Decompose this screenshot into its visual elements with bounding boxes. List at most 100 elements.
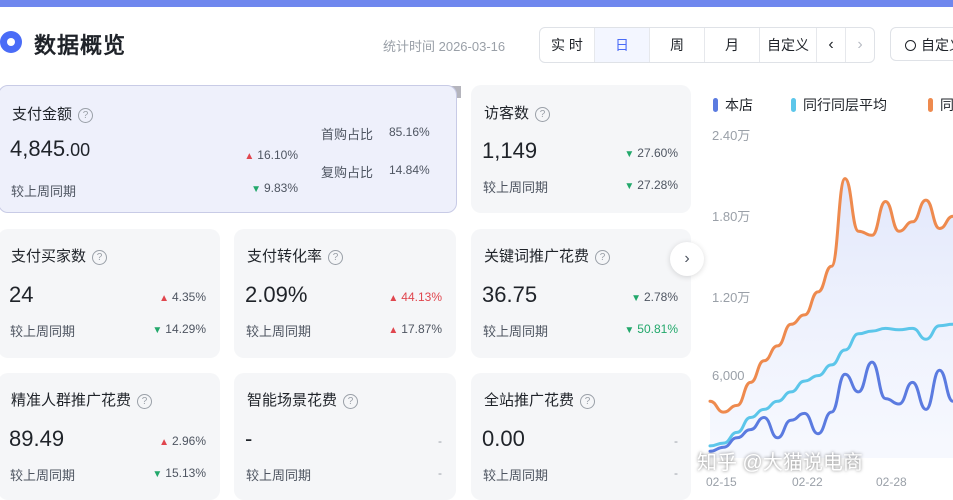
metric-card-keyword-ads[interactable]: 关键词推广花费? 36.75 较上周同期 ▼ 2.78% ▼ 50.81% <box>471 229 691 358</box>
change-value: 27.60% <box>637 146 678 160</box>
metric-card-site-ads[interactable]: 全站推广花费? 0.00 较上周同期 - - <box>471 373 691 500</box>
chevron-right-icon: › <box>684 250 690 267</box>
tab-realtime[interactable]: 实 时 <box>540 28 595 62</box>
change-1: ▼ 2.78% <box>631 290 678 304</box>
help-icon[interactable]: ? <box>580 394 596 409</box>
arrow-up-icon: ▲ <box>244 151 255 162</box>
card-value: 2.09% <box>245 282 308 307</box>
page-title: 数据概览 <box>34 33 127 58</box>
card-value: 36.75 <box>482 282 538 307</box>
prev-period-icon[interactable]: ‹ <box>817 28 846 62</box>
tab-month[interactable]: 月 <box>705 28 760 62</box>
repeat-purchase-value: 14.84% <box>389 163 430 177</box>
metric-card-conversion[interactable]: 支付转化率? 2.09% 较上周同期 ▲ 44.13% ▲ 17.87% <box>234 229 456 358</box>
card-title: 支付转化率? <box>247 245 344 266</box>
change-value: 16.10% <box>257 148 298 162</box>
card-value: 4,845.00 <box>10 136 90 162</box>
help-icon[interactable]: ? <box>137 394 153 409</box>
tab-custom[interactable]: 自定义 <box>760 28 817 62</box>
y-tick-label: 6,000 <box>712 368 745 383</box>
help-icon[interactable]: ? <box>343 394 359 409</box>
first-purchase-label: 首购占比 <box>321 127 374 142</box>
card-title-text: 全站推广花费 <box>484 392 575 409</box>
card-value: - <box>245 426 253 451</box>
card-value: 0.00 <box>482 426 525 451</box>
arrow-up-icon: ▲ <box>388 325 399 336</box>
card-title-text: 访客数 <box>484 105 530 122</box>
card-title-text: 智能场景花费 <box>247 392 338 409</box>
change-1: ▲ 44.13% <box>388 290 442 304</box>
change-1: ▼ 27.60% <box>624 146 678 160</box>
help-icon[interactable]: ? <box>328 250 344 265</box>
x-tick-label: 02-22 <box>792 475 823 489</box>
stat-time: 统计时间 2026-03-16 <box>383 39 506 54</box>
card-title-text: 支付买家数 <box>11 248 87 265</box>
tab-week[interactable]: 周 <box>650 28 705 62</box>
change-value: 44.13% <box>401 290 442 304</box>
x-tick-label: 02-28 <box>876 475 907 489</box>
card-title: 关键词推广花费? <box>484 245 611 266</box>
watermark: 知乎 @大猫说电商 <box>697 452 863 474</box>
y-tick-label: 1.20万 <box>712 290 751 305</box>
next-period-icon[interactable]: › <box>846 28 874 62</box>
change-value: 2.78% <box>643 290 678 304</box>
change-1: - <box>674 434 678 448</box>
arrow-up-icon: ▲ <box>159 437 169 448</box>
change-2: ▼ 27.28% <box>624 178 678 192</box>
change-value: 2.96% <box>171 434 206 448</box>
first-purchase-value: 85.16% <box>389 125 430 139</box>
change-2: ▼ 15.13% <box>152 466 206 480</box>
change-2: - <box>438 466 442 480</box>
compare-label: 较上周同期 <box>10 324 76 339</box>
change-value: 9.83% <box>263 181 298 195</box>
card-title-text: 关键词推广花费 <box>484 248 590 265</box>
arrow-down-icon: ▼ <box>152 325 163 336</box>
change-1: ▲ 2.96% <box>159 434 206 448</box>
x-tick-label: 02-15 <box>706 475 737 489</box>
card-value: 24 <box>9 282 34 307</box>
trend-chart: 本店 同行同层平均 同行 2.40万 1.80万 1.20万 6,000 02-… <box>700 82 953 500</box>
help-icon[interactable]: ? <box>595 250 611 265</box>
metric-card-crowd-ads[interactable]: 精准人群推广花费? 89.49 较上周同期 ▲ 2.96% ▼ 15.13% <box>0 373 220 500</box>
settings-icon <box>905 40 916 51</box>
card-value: 1,149 <box>482 138 538 163</box>
change-1: - <box>438 434 442 448</box>
compare-label: 较上周同期 <box>10 468 76 483</box>
metric-card-scene-ads[interactable]: 智能场景花费? - 较上周同期 - - <box>234 373 456 500</box>
card-value-main: 4,845 <box>10 136 66 161</box>
arrow-down-icon: ▼ <box>624 325 635 336</box>
card-title: 智能场景花费? <box>247 389 359 410</box>
help-icon[interactable]: ? <box>78 108 94 123</box>
compare-label: 较上周同期 <box>483 468 549 483</box>
metric-card-visitors[interactable]: 访客数? 1,149 较上周同期 ▼ 27.60% ▼ 27.28% <box>471 85 691 213</box>
compare-label: 较上周同期 <box>246 324 312 339</box>
change-down: ▼ 9.83% <box>251 181 298 195</box>
change-2: ▼ 14.29% <box>152 322 206 336</box>
change-1: ▲ 4.35% <box>159 290 206 304</box>
arrow-down-icon: ▼ <box>624 149 635 160</box>
metric-card-buyers[interactable]: 支付买家数? 24 较上周同期 ▲ 4.35% ▼ 14.29% <box>0 229 220 358</box>
card-title-text: 支付金额 <box>12 106 73 123</box>
change-2: ▼ 50.81% <box>624 322 678 336</box>
card-title-text: 精准人群推广花费 <box>11 392 132 409</box>
custom-settings-button[interactable]: 自定义 <box>890 27 953 61</box>
y-tick-label: 1.80万 <box>712 209 751 224</box>
change-value: 50.81% <box>637 322 678 336</box>
change-value: 4.35% <box>171 290 206 304</box>
change-value: 17.87% <box>401 322 442 336</box>
help-icon[interactable]: ? <box>92 250 108 265</box>
arrow-down-icon: ▼ <box>624 181 635 192</box>
card-title: 精准人群推广花费? <box>11 389 153 410</box>
compare-label: 较上周同期 <box>483 324 549 339</box>
tab-day[interactable]: 日 <box>595 28 650 62</box>
next-page-button[interactable]: › <box>670 242 704 276</box>
arrow-down-icon: ▼ <box>631 293 641 304</box>
card-title: 访客数? <box>484 102 551 123</box>
page-header: 数据概览 统计时间 2026-03-16 实 时 日 周 月 自定义 ‹ › 自… <box>0 18 953 70</box>
arrow-up-icon: ▲ <box>388 293 399 304</box>
card-title: 全站推广花费? <box>484 389 596 410</box>
change-value: 27.28% <box>637 178 678 192</box>
metric-card-payment-amount[interactable]: 支付金额? 4,845.00 较上周同期 ▲ 16.10% ▼ 9.83% 首购占比… <box>0 85 457 213</box>
help-icon[interactable]: ? <box>535 107 551 122</box>
top-accent-bar <box>0 0 953 7</box>
